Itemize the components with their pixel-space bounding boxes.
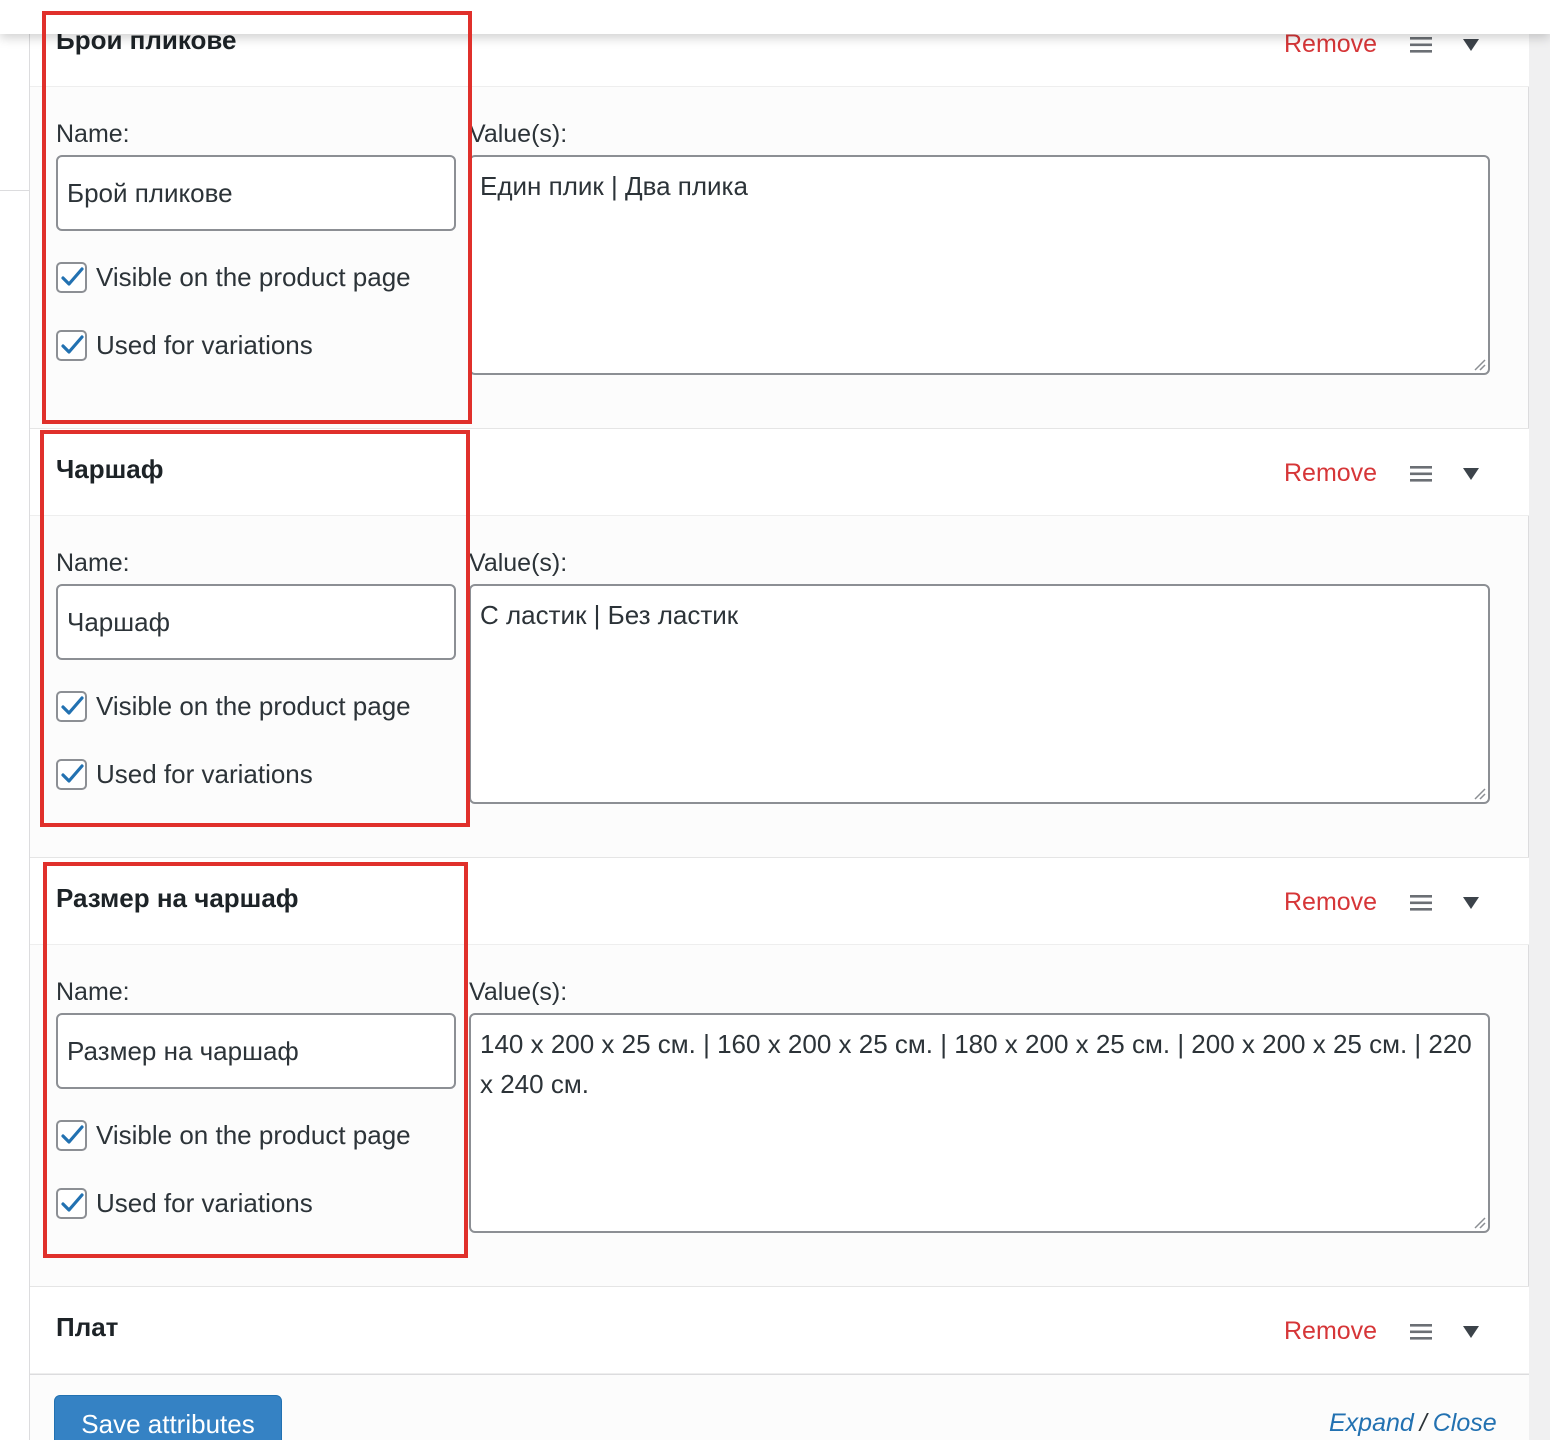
attribute-header[interactable]: Плат Remove: [30, 1287, 1529, 1374]
attribute-values-text: С ластик | Без ластик: [480, 600, 739, 630]
highlight-box: [42, 11, 472, 424]
attribute-title: Плат: [56, 1312, 119, 1342]
attribute-values-text: Един плик | Два плика: [480, 171, 748, 201]
remove-link[interactable]: Remove: [1284, 1317, 1377, 1346]
resize-grip-icon[interactable]: [1472, 357, 1486, 371]
resize-grip-icon[interactable]: [1472, 1215, 1486, 1229]
sort-handle-icon[interactable]: [1410, 465, 1434, 483]
toggle-arrow-icon[interactable]: [1462, 467, 1480, 481]
highlight-box: [43, 862, 468, 1258]
screenshot-stage: Брой пликове Remove Name: Value(s): Един…: [0, 0, 1550, 1440]
expand-link[interactable]: Expand: [1329, 1409, 1414, 1437]
link-separator: /: [1419, 1409, 1427, 1437]
toggle-arrow-icon[interactable]: [1462, 896, 1480, 910]
close-link[interactable]: Close: [1433, 1409, 1497, 1437]
attribute-values-textarea[interactable]: 140 x 200 x 25 см. | 160 x 200 x 25 см. …: [469, 1013, 1490, 1233]
save-attributes-button[interactable]: Save attributes: [54, 1395, 282, 1440]
sort-handle-icon[interactable]: [1410, 894, 1434, 912]
remove-link[interactable]: Remove: [1284, 30, 1377, 59]
attribute-values-textarea[interactable]: Един плик | Два плика: [469, 155, 1490, 375]
expand-close-links: Expand / Close: [1329, 1409, 1497, 1438]
toggle-arrow-icon[interactable]: [1462, 1325, 1480, 1339]
left-edge-panel: [0, 34, 30, 1440]
values-label: Value(s):: [469, 978, 568, 1006]
remove-link[interactable]: Remove: [1284, 459, 1377, 488]
sort-handle-icon[interactable]: [1410, 36, 1434, 54]
highlight-box: [40, 430, 470, 827]
left-edge-divider: [0, 190, 30, 191]
attributes-footer: Save attributes Expand / Close: [30, 1374, 1529, 1440]
remove-link[interactable]: Remove: [1284, 888, 1377, 917]
values-label: Value(s):: [469, 120, 568, 148]
toggle-arrow-icon[interactable]: [1462, 38, 1480, 52]
resize-grip-icon[interactable]: [1472, 786, 1486, 800]
attribute-values-text: 140 x 200 x 25 см. | 160 x 200 x 25 см. …: [480, 1029, 1472, 1099]
sort-handle-icon[interactable]: [1410, 1323, 1434, 1341]
values-label: Value(s):: [469, 549, 568, 577]
attribute-values-textarea[interactable]: С ластик | Без ластик: [469, 584, 1490, 804]
